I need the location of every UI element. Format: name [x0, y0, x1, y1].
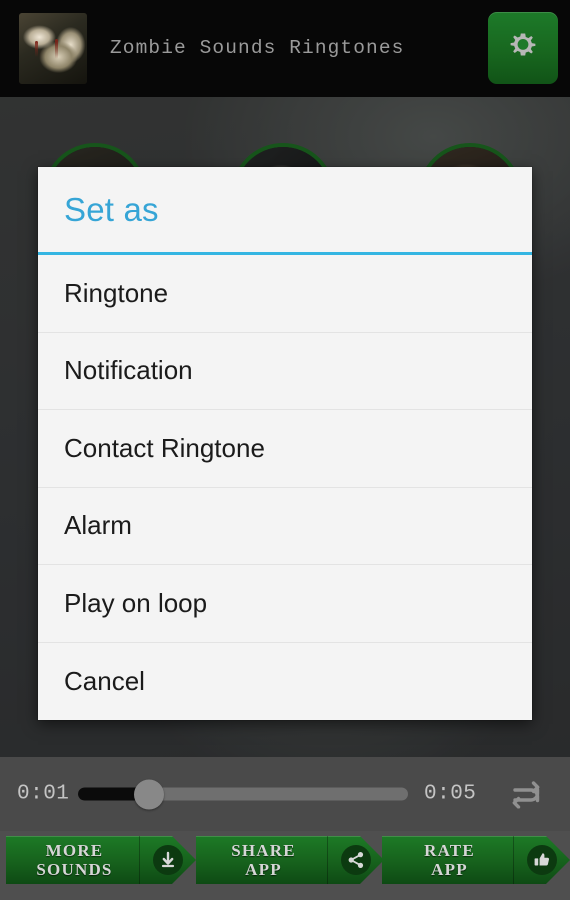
app-icon: [19, 13, 87, 84]
blood-drip: [35, 41, 39, 58]
dialog-title: Set as: [64, 190, 159, 228]
dialog-option-list: Ringtone Notification Contact Ringtone A…: [38, 255, 532, 720]
rate-app-badge: [513, 836, 570, 884]
current-time-label: 0:01: [17, 782, 70, 806]
app-header: Zombie Sounds Ringtones: [0, 0, 570, 97]
dialog-item-label: Contact Ringtone: [64, 432, 265, 463]
more-sounds-label: MORE SOUNDS: [36, 841, 113, 879]
dialog-item-ringtone[interactable]: Ringtone: [38, 255, 532, 333]
page-title: Zombie Sounds Ringtones: [110, 37, 405, 59]
share-app-badge: [327, 836, 384, 884]
dialog-item-contact-ringtone[interactable]: Contact Ringtone: [38, 410, 532, 488]
settings-button[interactable]: [488, 12, 558, 84]
more-sounds-button[interactable]: MORE SOUNDS: [6, 836, 196, 884]
more-sounds-badge: [139, 836, 196, 884]
rate-app-label: RATE APP: [424, 841, 475, 879]
dialog-item-cancel[interactable]: Cancel: [38, 642, 532, 720]
download-icon: [153, 845, 183, 875]
thumbs-up-icon: [527, 845, 557, 875]
seek-slider[interactable]: [78, 779, 408, 809]
dialog-item-label: Cancel: [64, 665, 145, 696]
set-as-dialog: Set as Ringtone Notification Contact Rin…: [38, 167, 532, 720]
dialog-item-alarm[interactable]: Alarm: [38, 487, 532, 565]
dialog-item-label: Play on loop: [64, 587, 208, 618]
bottom-action-bar: MORE SOUNDS SHARE APP RATE APP: [0, 831, 570, 900]
dialog-item-label: Alarm: [64, 510, 132, 541]
dialog-item-label: Ringtone: [64, 277, 169, 308]
audio-player-bar: 0:01 0:05: [0, 757, 570, 831]
zombie-face-image: [19, 13, 87, 84]
share-app-label: SHARE APP: [231, 841, 296, 879]
dialog-header: Set as: [38, 167, 532, 255]
repeat-icon[interactable]: [504, 775, 548, 814]
dialog-item-play-on-loop[interactable]: Play on loop: [38, 565, 532, 643]
app-root: Zombie Sounds Ringtones Set as Ringtone …: [0, 0, 570, 900]
blood-drip: [55, 38, 59, 59]
dialog-item-notification[interactable]: Notification: [38, 332, 532, 410]
gear-icon: [503, 28, 543, 68]
rate-app-button[interactable]: RATE APP: [382, 836, 570, 884]
share-app-button[interactable]: SHARE APP: [196, 836, 384, 884]
share-icon: [341, 845, 371, 875]
dialog-item-label: Notification: [64, 355, 193, 386]
total-time-label: 0:05: [424, 782, 477, 806]
seek-thumb[interactable]: [134, 779, 164, 809]
